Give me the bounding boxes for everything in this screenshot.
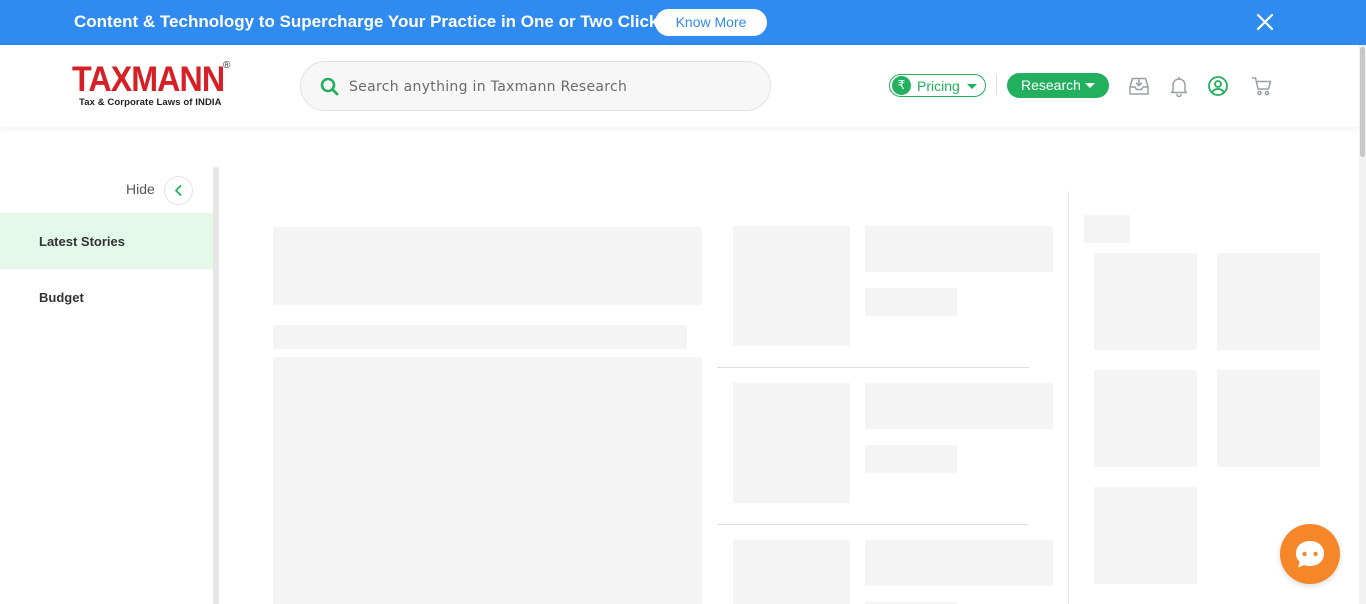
pricing-label: Pricing [917,78,960,94]
page-scrollbar[interactable] [1359,45,1366,604]
bell-icon[interactable] [1168,75,1190,98]
skeleton-story-thumbnail [733,540,850,604]
sidebar-item-budget[interactable]: Budget [0,269,213,325]
skeleton-story-meta [865,445,957,473]
logo-wordmark: TAXMANN [72,60,225,99]
taxmann-logo[interactable]: TAXMANN ® Tax & Corporate Laws of INDIA [72,60,234,112]
search-bar[interactable] [300,61,771,111]
inbox-download-icon[interactable] [1128,75,1150,97]
close-icon[interactable] [1255,12,1275,32]
skeleton-featured-subtitle [273,325,687,349]
skeleton-story-thumbnail [733,226,850,346]
hide-label[interactable]: Hide [126,181,155,197]
chat-button[interactable] [1280,524,1340,584]
skeleton-widget-tile [1217,253,1320,350]
scrollbar-thumb[interactable] [1360,47,1365,157]
search-icon [320,77,339,96]
rupee-icon: ₹ [892,76,911,95]
skeleton-widget-tile [1217,370,1320,467]
cart-icon[interactable] [1251,75,1273,97]
sidebar-item-latest-stories[interactable]: Latest Stories [0,213,213,269]
research-button[interactable]: Research [1007,73,1109,98]
promo-banner: Content & Technology to Supercharge Your… [0,0,1366,45]
skeleton-story-title [865,226,1053,272]
skeleton-widget-tile [1094,487,1197,584]
sidebar-item-label: Budget [39,290,84,305]
user-account-icon[interactable] [1207,75,1229,97]
logo-tagline: Tax & Corporate Laws of INDIA [79,97,222,108]
skeleton-featured-title [273,227,702,305]
chevron-down-icon [967,84,977,89]
chat-bubble-icon [1296,541,1324,568]
skeleton-story-title [865,540,1053,586]
skeleton-widget-tile [1094,253,1197,350]
skeleton-widget-tile [1094,370,1197,467]
site-header: TAXMANN ® Tax & Corporate Laws of INDIA … [0,45,1359,127]
know-more-button[interactable]: Know More [655,9,767,36]
skeleton-story-title [865,383,1053,429]
skeleton-featured-image [273,357,702,604]
hide-sidebar-button[interactable] [164,176,193,205]
sidebar-border [213,167,219,604]
skeleton-story-thumbnail [733,383,850,503]
pricing-button[interactable]: ₹ Pricing [889,74,986,97]
header-divider [996,75,997,95]
sidebar: Hide Latest Stories Budget [0,167,213,604]
story-divider [717,367,1029,368]
research-label: Research [1021,77,1081,93]
column-divider [1068,191,1069,604]
skeleton-story-meta [865,288,957,316]
promo-text: Content & Technology to Supercharge Your… [74,12,673,31]
logo-registered-mark: ® [223,60,231,71]
search-input[interactable] [349,76,749,98]
skeleton-widget-heading [1084,215,1130,243]
chevron-down-icon [1085,83,1095,88]
sidebar-item-label: Latest Stories [39,234,125,249]
story-divider [717,524,1029,525]
